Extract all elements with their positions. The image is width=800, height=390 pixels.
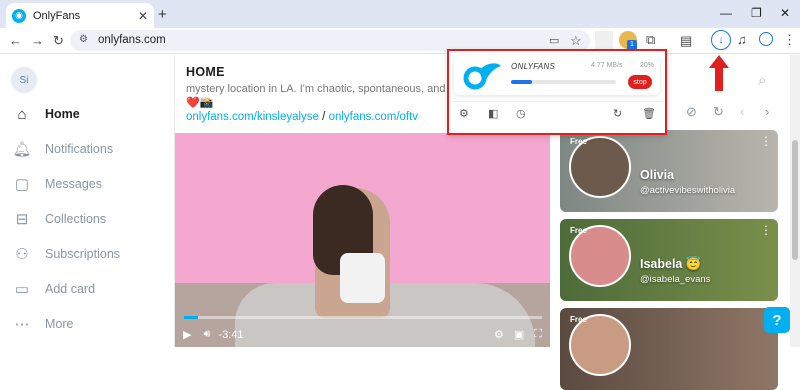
download-percent: 20% xyxy=(640,62,655,69)
avatar[interactable]: Si xyxy=(11,67,37,93)
profile-icon[interactable] xyxy=(759,32,773,46)
restore-button[interactable]: ❐ xyxy=(751,6,762,20)
sidebar-item-home[interactable]: ⌂ Home xyxy=(12,103,80,125)
home-icon: ⌂ xyxy=(17,105,27,123)
sidebar-item-label: Collections xyxy=(45,212,107,226)
fullscreen-icon[interactable]: ⛶ xyxy=(534,328,542,341)
sidebar-item-add-card[interactable]: ▭ Add card xyxy=(12,278,95,300)
sidebar-item-more[interactable]: ⋯ More xyxy=(12,313,74,335)
sidebar-item-label: Notifications xyxy=(45,142,114,156)
sidebar-item-subscriptions[interactable]: ⚇ Subscriptions xyxy=(12,243,120,265)
page-title: HOME xyxy=(186,65,225,79)
sidebar-item-label: Subscriptions xyxy=(45,247,121,261)
tab-title: OnlyFans xyxy=(33,9,81,22)
settings-icon[interactable]: ⚙ xyxy=(459,107,469,120)
red-arrow-annotation xyxy=(709,55,729,91)
link-separator: / xyxy=(322,111,326,123)
sidebar-item-messages[interactable]: ▢ Messages xyxy=(12,173,102,195)
card-icon: ▭ xyxy=(14,281,30,298)
free-badge: Free xyxy=(570,315,587,324)
stop-button[interactable]: stop xyxy=(628,75,652,89)
sidebar-item-label: Add card xyxy=(45,282,96,296)
sidebar-item-notifications[interactable]: 🔔︎ Notifications xyxy=(12,138,113,160)
download-name: ONLYFANS xyxy=(511,62,556,71)
scrollbar-thumb[interactable] xyxy=(792,140,798,260)
free-badge: Free xyxy=(570,137,587,146)
sidebar xyxy=(0,55,175,347)
download-progress-bar xyxy=(511,80,616,84)
bookmark-star-icon[interactable]: ☆ xyxy=(570,33,582,49)
trash-icon[interactable]: 🗑︎ xyxy=(642,107,656,120)
minimize-button[interactable]: — xyxy=(720,6,732,20)
suggestion-card[interactable]: Free Isabela 😇 @isabela_evans ⋮ xyxy=(560,219,778,301)
browser-tab[interactable]: ◉ OnlyFans ✕ xyxy=(6,3,154,28)
creator-name: Isabela 😇 xyxy=(640,257,702,271)
help-button[interactable]: ? xyxy=(764,307,790,333)
more-options-icon[interactable]: ⋮ xyxy=(760,223,772,237)
url-text: onlyfans.com xyxy=(98,34,166,46)
post-links: onlyfans.com/kinsleyalyse / onlyfans.com… xyxy=(186,111,418,123)
suggestion-card[interactable]: Free ⋮ xyxy=(560,308,778,390)
more-icon: ⋯ xyxy=(14,316,30,333)
free-badge: Free xyxy=(570,226,587,235)
post-text: mystery location in LA. I'm chaotic, spo… xyxy=(186,83,482,95)
reload-icon[interactable]: ↻ xyxy=(53,33,64,49)
forward-icon[interactable]: → xyxy=(31,33,44,48)
bookmark-icon: ⊟ xyxy=(15,211,29,228)
download-progress-fill xyxy=(511,80,532,84)
popup-divider xyxy=(452,101,662,102)
extension-icon[interactable] xyxy=(595,31,613,49)
creator-handle: @isabela_evans xyxy=(640,274,711,285)
back-icon[interactable]: ← xyxy=(9,33,22,48)
download-arrow-icon: ↓ xyxy=(718,34,724,46)
suggestion-card[interactable]: Free Olivia @activevibeswitholivia ⋮ xyxy=(560,130,778,212)
sidebar-item-label: Messages xyxy=(45,177,102,191)
chat-icon: ▢ xyxy=(14,176,30,193)
bell-icon: 🔔︎ xyxy=(12,141,32,158)
video-progress-fill xyxy=(184,316,199,319)
play-icon[interactable]: ▶ xyxy=(183,328,191,341)
site-info-icon[interactable]: ⚙ xyxy=(79,34,88,45)
browser-menu-icon[interactable]: ⋮ xyxy=(783,32,796,48)
volume-icon[interactable]: 🔊︎ xyxy=(203,328,210,341)
creator-name: Olivia xyxy=(640,168,675,182)
post-emoji: ❤️📸 xyxy=(186,97,214,109)
video-controls: ▶ 🔊︎ -3:41 ⚙ ▣ ⛶ xyxy=(175,322,550,347)
profile-link[interactable]: onlyfans.com/kinsleyalyse xyxy=(186,111,319,123)
prev-icon[interactable]: ‹ xyxy=(740,104,744,119)
refresh-icon[interactable]: ↻ xyxy=(713,104,724,120)
downloads-button[interactable]: ↓ xyxy=(711,30,731,50)
download-speed: 4.77 MB/s xyxy=(591,62,623,69)
video-player[interactable] xyxy=(175,133,550,347)
hide-icon[interactable]: ⊘ xyxy=(686,104,697,120)
more-options-icon[interactable]: ⋮ xyxy=(760,134,772,148)
close-tab-icon[interactable]: ✕ xyxy=(138,9,148,23)
video-time: -3:41 xyxy=(218,328,244,341)
cast-icon[interactable]: ▭ xyxy=(549,34,559,47)
creator-handle: @activevibeswitholivia xyxy=(640,185,736,196)
search-icon[interactable]: ⌕ xyxy=(758,72,766,89)
media-control-icon[interactable]: ♫ xyxy=(737,32,747,47)
video-progress-bar[interactable] xyxy=(184,316,542,319)
sidebar-item-label: More xyxy=(45,317,74,331)
refresh-icon[interactable]: ↻ xyxy=(613,107,622,120)
history-icon[interactable]: ◷ xyxy=(516,107,526,120)
pip-icon[interactable]: ▣ xyxy=(514,328,524,341)
next-icon[interactable]: › xyxy=(765,104,769,119)
oftv-link[interactable]: onlyfans.com/oftv xyxy=(329,111,418,123)
sidebar-item-collections[interactable]: ⊟ Collections xyxy=(12,208,106,230)
onlyfans-favicon-icon: ◉ xyxy=(12,8,26,23)
users-icon: ⚇ xyxy=(15,246,29,263)
extensions-puzzle-icon[interactable]: ⧉ xyxy=(646,32,655,48)
settings-icon[interactable]: ⚙ xyxy=(494,328,504,341)
sidepanel-icon[interactable]: ◧ xyxy=(488,107,498,120)
close-window-button[interactable]: ✕ xyxy=(780,6,790,20)
reading-list-icon[interactable]: ▤ xyxy=(680,33,692,49)
new-tab-button[interactable]: + xyxy=(158,6,167,23)
sidebar-item-label: Home xyxy=(45,107,80,121)
onlyfans-logo-icon xyxy=(463,63,501,90)
